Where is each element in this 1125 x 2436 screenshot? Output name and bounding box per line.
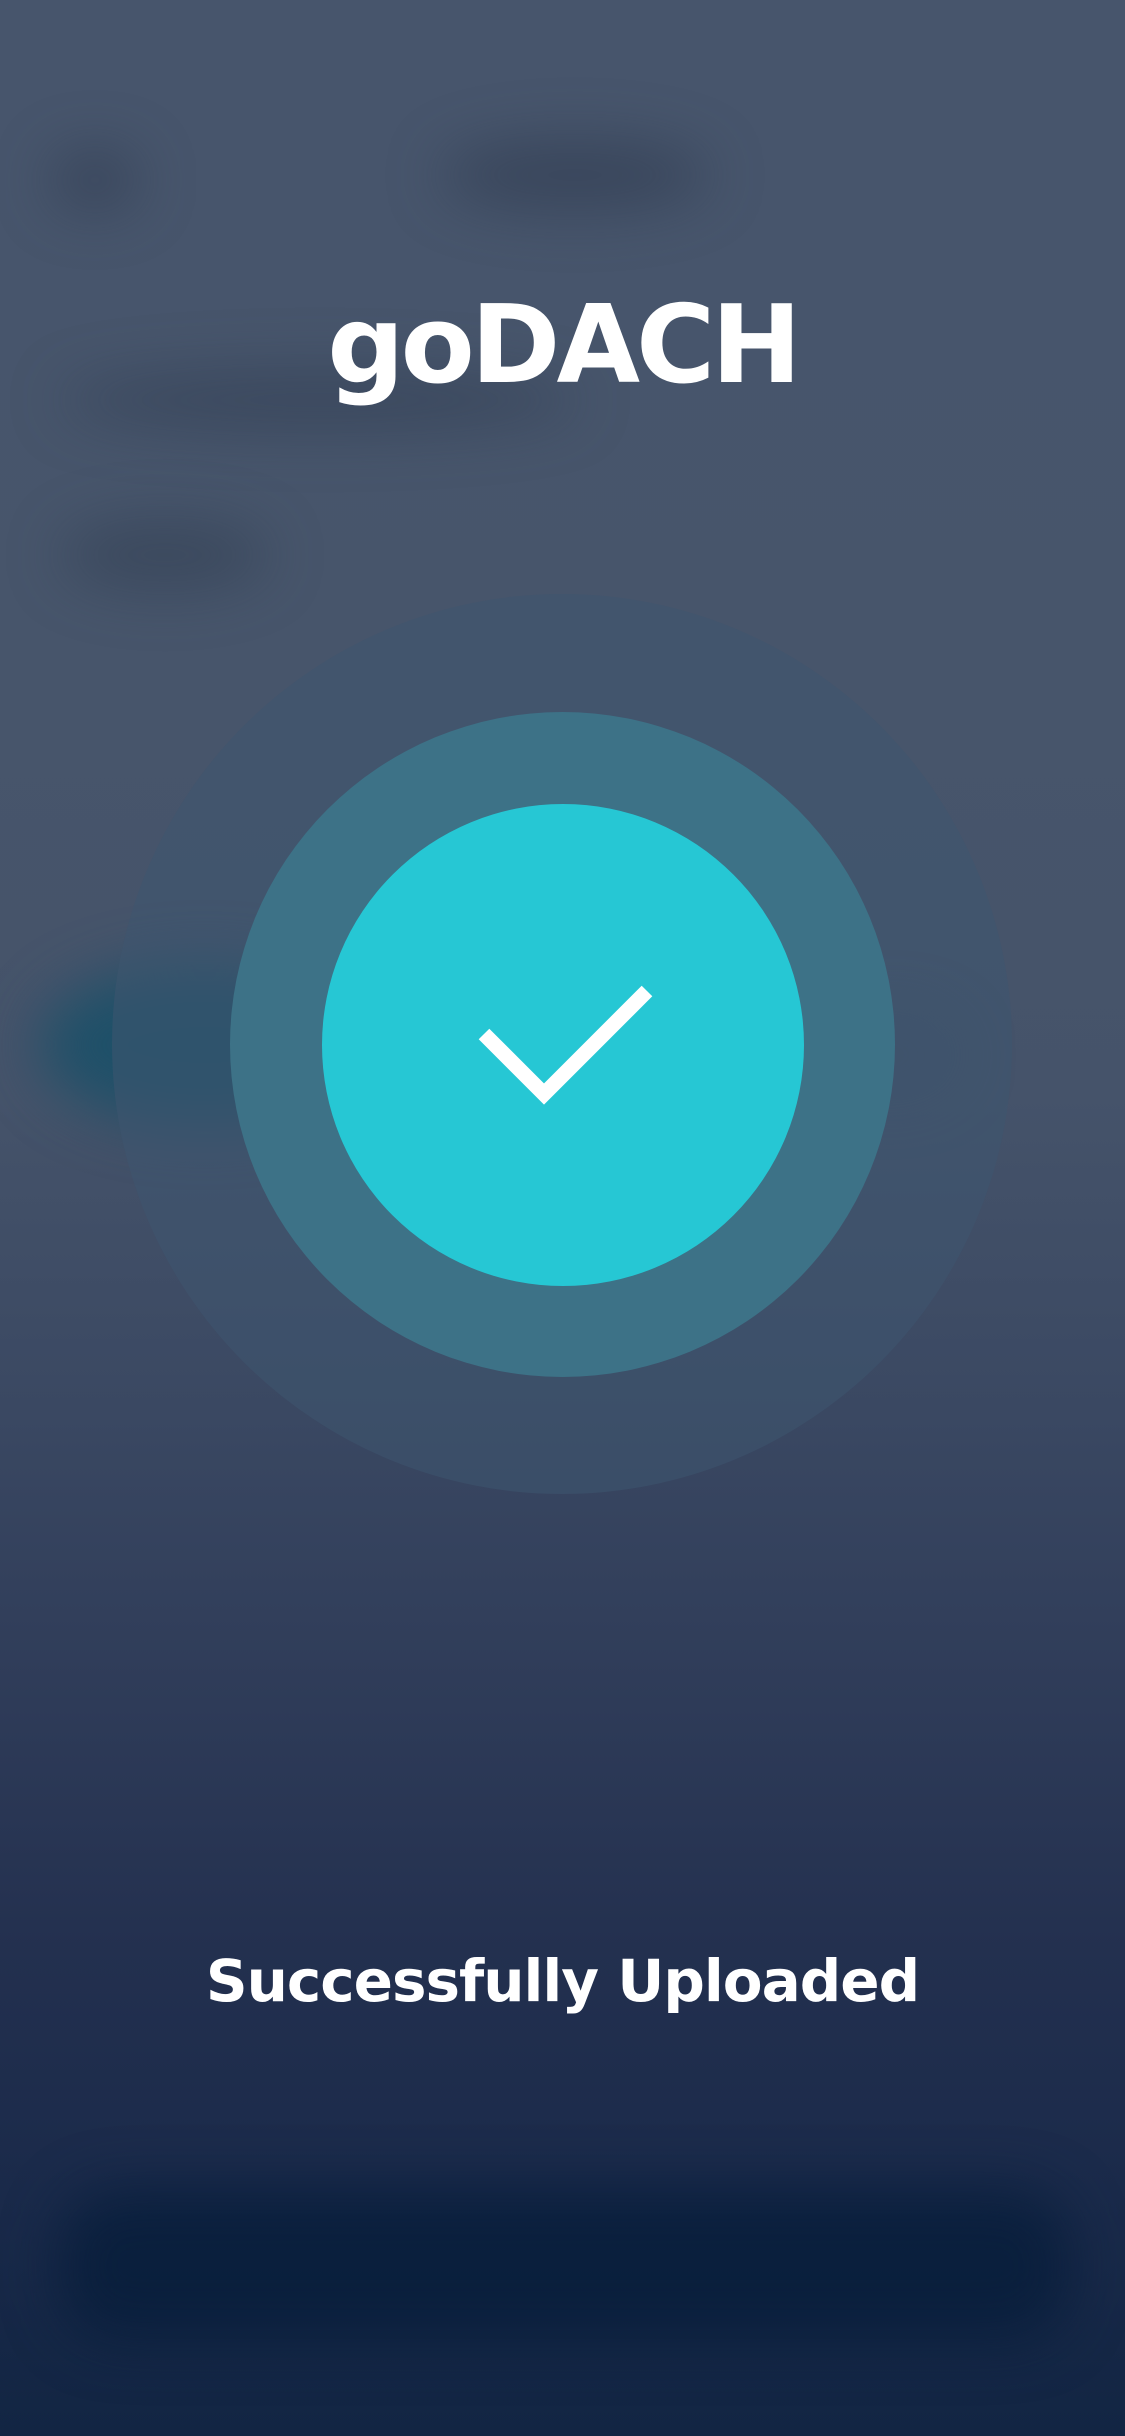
upload-status-message: Successfully Uploaded (205, 1947, 920, 2015)
blurred-background-element (50, 150, 140, 210)
checkmark-icon (478, 985, 653, 1105)
app-logo-title: goDACH (327, 283, 801, 408)
blurred-background-element (60, 520, 270, 590)
blurred-background-element (440, 140, 710, 210)
blurred-background-button (60, 2190, 1070, 2340)
upload-success-screen: goDACH Successfully Uploaded (0, 0, 1125, 2436)
